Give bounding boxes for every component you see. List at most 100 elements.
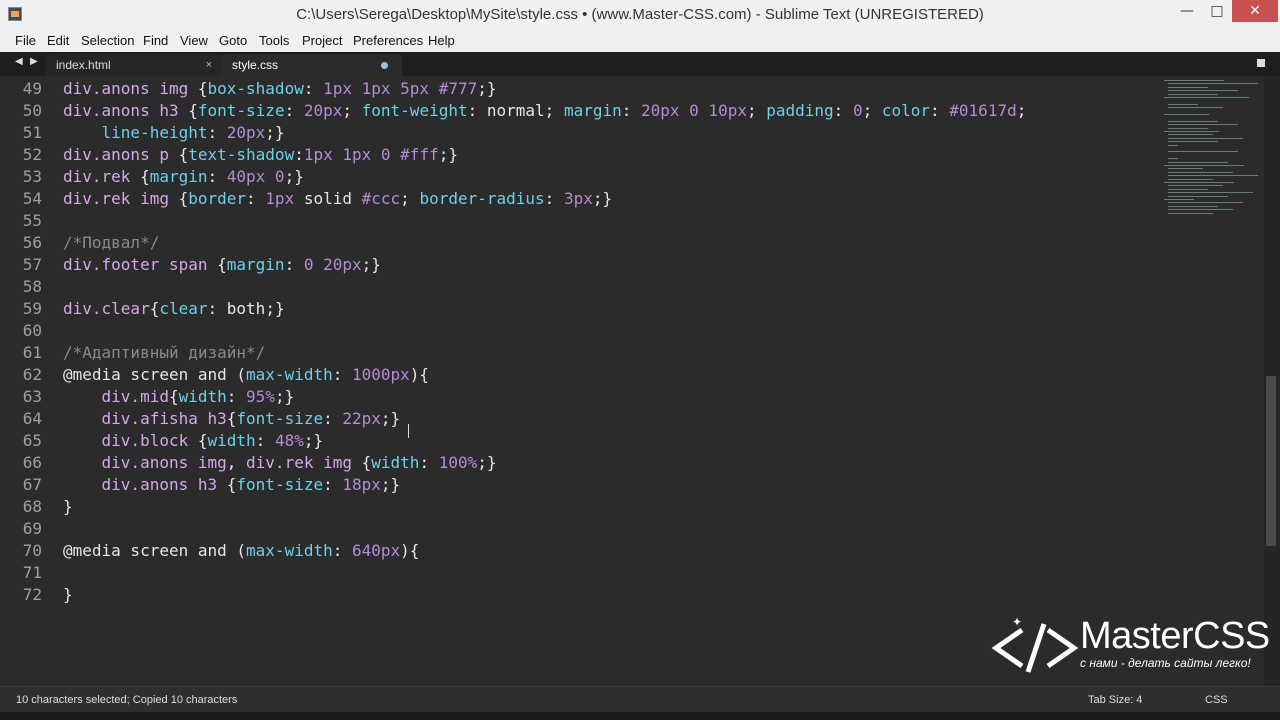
line-code[interactable]: } bbox=[63, 584, 73, 606]
line-code[interactable]: div.afisha h3{font-size: 22px;} bbox=[63, 408, 401, 430]
code-line[interactable]: 55 bbox=[0, 210, 1150, 232]
minimap-line bbox=[1168, 188, 1208, 190]
code-line[interactable]: 56 /*Подвал*/ bbox=[0, 232, 1150, 254]
code-line[interactable]: 64 div.afisha h3{font-size: 22px;} bbox=[0, 408, 1150, 430]
minimap-line bbox=[1168, 124, 1238, 126]
code-line[interactable]: 53 div.rek {margin: 40px 0;} bbox=[0, 166, 1150, 188]
line-code[interactable]: } bbox=[63, 496, 73, 518]
code-token: #01617d bbox=[949, 101, 1017, 120]
minimap-line bbox=[1168, 158, 1178, 160]
line-code[interactable]: div.block {width: 48%;} bbox=[63, 430, 324, 452]
minimap-line bbox=[1168, 86, 1208, 88]
minimap[interactable] bbox=[1160, 76, 1264, 226]
minimize-button[interactable]: — bbox=[1172, 0, 1202, 22]
line-code[interactable]: @media screen and (max-width: 1000px){ bbox=[63, 364, 429, 386]
scrollbar-thumb[interactable] bbox=[1266, 376, 1276, 546]
menu-view[interactable]: View bbox=[180, 33, 208, 48]
brand-master: Master bbox=[1080, 615, 1194, 657]
menu-tools[interactable]: Tools bbox=[259, 33, 289, 48]
svg-text:✦: ✦ bbox=[1012, 615, 1022, 629]
line-code[interactable]: div.anons img {box-shadow: 1px 1px 5px #… bbox=[63, 78, 496, 100]
panel-toggle-icon[interactable] bbox=[1257, 59, 1265, 67]
line-code[interactable]: div.anons img, div.rek img {width: 100%;… bbox=[63, 452, 497, 474]
code-token: { bbox=[140, 167, 150, 186]
code-token: ;} bbox=[274, 387, 295, 406]
watermark-brand: MasterCSS bbox=[1080, 616, 1270, 656]
code-line[interactable]: 50 div.anons h3 {font-size: 20px; font-we… bbox=[0, 100, 1150, 122]
code-line[interactable]: 72} bbox=[0, 584, 1150, 606]
code-token: , bbox=[226, 453, 247, 472]
tab-nav-left-icon[interactable]: ◀ bbox=[15, 56, 23, 67]
code-editor[interactable]: 49 div.anons img {box-shadow: 1px 1px 5px… bbox=[0, 76, 1264, 686]
code-line[interactable]: 51 line-height: 20px;} bbox=[0, 122, 1150, 144]
menu-file[interactable]: File bbox=[15, 33, 36, 48]
code-token: div.anons img bbox=[63, 79, 198, 98]
code-line[interactable]: 66 div.anons img, div.rek img {width: 10… bbox=[0, 452, 1150, 474]
line-code[interactable]: /*Адаптивный дизайн*/ bbox=[63, 342, 265, 364]
code-line[interactable]: 54 div.rek img {border: 1px solid #ccc; b… bbox=[0, 188, 1150, 210]
line-number: 62 bbox=[22, 365, 42, 384]
tab-style-css[interactable]: style.css bbox=[222, 54, 402, 76]
menu-find[interactable]: Find bbox=[143, 33, 168, 48]
code-token: max-width bbox=[246, 541, 333, 560]
line-code[interactable]: /*Подвал*/ bbox=[63, 232, 159, 254]
menu-preferences[interactable]: Preferences bbox=[353, 33, 423, 48]
code-token: ;} bbox=[477, 453, 497, 472]
menu-goto[interactable]: Goto bbox=[219, 33, 247, 48]
code-line[interactable]: 71 bbox=[0, 562, 1150, 584]
code-token: : bbox=[284, 255, 304, 274]
line-code[interactable]: div.mid{width: 95%;} bbox=[63, 386, 295, 408]
window-title: C:\Users\Serega\Desktop\MySite\style.css… bbox=[296, 6, 984, 23]
syntax-selector[interactable]: CSS bbox=[1205, 694, 1228, 706]
code-token: ;} bbox=[477, 79, 497, 98]
code-line[interactable]: 68} bbox=[0, 496, 1150, 518]
code-token: width bbox=[178, 387, 227, 406]
line-code[interactable]: div.footer span {margin: 0 20px;} bbox=[63, 254, 381, 276]
line-code[interactable]: @media screen and (max-width: 640px){ bbox=[63, 540, 419, 562]
code-token: font-weight bbox=[361, 101, 468, 120]
code-line[interactable]: 67 div.anons h3 {font-size: 18px;} bbox=[0, 474, 1150, 496]
watermark-tagline: с нами - делать сайты легко! bbox=[1080, 656, 1251, 670]
tab-close-icon[interactable]: × bbox=[206, 54, 212, 76]
line-code[interactable]: div.anons h3 {font-size: 18px;} bbox=[63, 474, 401, 496]
line-code[interactable]: div.anons p {text-shadow:1px 1px 0 #fff;… bbox=[63, 144, 458, 166]
code-line[interactable]: 61 /*Адаптивный дизайн*/ bbox=[0, 342, 1150, 364]
tab-index-html[interactable]: index.html × bbox=[46, 54, 222, 76]
code-line[interactable]: 63 div.mid{width: 95%;} bbox=[0, 386, 1150, 408]
close-button[interactable]: ✕ bbox=[1232, 0, 1278, 22]
code-token: #ccc bbox=[361, 189, 401, 208]
code-line[interactable]: 60 bbox=[0, 320, 1150, 342]
menu-help[interactable]: Help bbox=[428, 33, 455, 48]
code-token: : bbox=[294, 145, 304, 164]
code-line[interactable]: 69 bbox=[0, 518, 1150, 540]
menu-selection[interactable]: Selection bbox=[81, 33, 134, 48]
code-line[interactable]: 58 bbox=[0, 276, 1150, 298]
code-token: ;} bbox=[380, 409, 401, 428]
minimap-line bbox=[1164, 114, 1209, 115]
code-line[interactable]: 57 div.footer span {margin: 0 20px;} bbox=[0, 254, 1150, 276]
tab-nav-right-icon[interactable]: ▶ bbox=[30, 56, 38, 67]
menu-project[interactable]: Project bbox=[302, 33, 342, 48]
menu-edit[interactable]: Edit bbox=[47, 33, 69, 48]
line-code[interactable]: div.rek img {border: 1px solid #ccc; bor… bbox=[63, 188, 612, 210]
code-line[interactable]: 52 div.anons p {text-shadow:1px 1px 0 #ff… bbox=[0, 144, 1150, 166]
line-code[interactable]: div.clear{clear: both;} bbox=[63, 298, 285, 320]
code-line[interactable]: 62 @media screen and (max-width: 1000px){ bbox=[0, 364, 1150, 386]
code-line[interactable]: 65 div.block {width: 48%;} bbox=[0, 430, 1150, 452]
code-line[interactable]: 49 div.anons img {box-shadow: 1px 1px 5px… bbox=[0, 78, 1150, 100]
maximize-button[interactable]: □ bbox=[1202, 0, 1232, 22]
tab-size-setting[interactable]: Tab Size: 4 bbox=[1088, 694, 1142, 706]
code-line[interactable]: 59 div.clear{clear: both;} bbox=[0, 298, 1150, 320]
line-number: 54 bbox=[22, 189, 42, 208]
code-token: { bbox=[178, 189, 189, 208]
code-token: : bbox=[332, 541, 352, 560]
code-token: { bbox=[178, 145, 189, 164]
unsaved-dot-icon[interactable] bbox=[381, 62, 388, 69]
line-code[interactable]: div.anons h3 {font-size: 20px; font-weig… bbox=[63, 100, 1026, 122]
code-token: font-size bbox=[236, 409, 324, 428]
line-code[interactable]: line-height: 20px;} bbox=[63, 122, 285, 144]
line-code[interactable]: div.rek {margin: 40px 0;} bbox=[63, 166, 304, 188]
code-token: : bbox=[246, 189, 266, 208]
code-line[interactable]: 70 @media screen and (max-width: 640px){ bbox=[0, 540, 1150, 562]
